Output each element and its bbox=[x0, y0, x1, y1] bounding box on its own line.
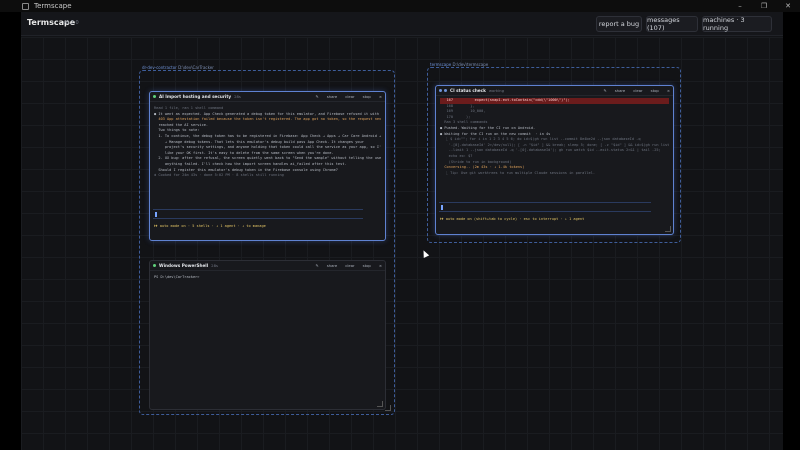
edit-icon[interactable]: ✎ bbox=[316, 263, 319, 268]
stop-button[interactable]: stop bbox=[651, 88, 659, 93]
resize-handle[interactable] bbox=[665, 226, 671, 232]
edit-icon[interactable]: ✎ bbox=[604, 88, 607, 93]
panel-header: Windows PowerShell 28s ✎ share clear sto… bbox=[150, 261, 385, 271]
panel-status: working bbox=[488, 88, 504, 93]
panel-title: Windows PowerShell bbox=[159, 263, 209, 268]
close-icon[interactable]: × bbox=[667, 88, 670, 93]
app-frame: Termscape v0.2.0 report a bug messages (… bbox=[21, 12, 783, 450]
app-version: v0.2.0 bbox=[63, 20, 79, 26]
terminal-line: ⎿ $ id=""; for i in 1 2 3 4 5 6; do id=$… bbox=[440, 137, 641, 142]
minimize-icon[interactable]: – bbox=[728, 0, 752, 12]
panel-status: 28s bbox=[211, 263, 218, 268]
status-footer: ⏵⏵ auto mode on · 5 shells · ↓ 1 agent ·… bbox=[154, 224, 266, 228]
group-label-path: D:\dev\CarTracker bbox=[178, 65, 214, 70]
edit-icon[interactable]: ✎ bbox=[316, 94, 319, 99]
group-termscape[interactable]: termscape D:\dev\termscape CI status che… bbox=[427, 62, 681, 243]
group-label: termscape D:\dev\termscape bbox=[430, 62, 488, 67]
terminal-line: project's security settings, and anyone … bbox=[154, 145, 381, 150]
group-label-name: termscape bbox=[430, 62, 452, 67]
group-label: dr-dev-contractor D:\dev\CarTracker bbox=[142, 65, 214, 70]
report-bug-button[interactable]: report a bug bbox=[596, 16, 642, 32]
prompt-input[interactable] bbox=[153, 209, 363, 219]
close-icon[interactable]: × bbox=[379, 263, 382, 268]
group-label-path: D:\dev\termscape bbox=[452, 62, 489, 67]
terminal-panel-ci-status[interactable]: CI status check working ✎ share clear st… bbox=[435, 85, 674, 235]
os-title-bar: Termscape – ❐ ✕ bbox=[0, 0, 800, 12]
status-dot bbox=[153, 264, 156, 267]
terminal-line: PS D:\dev\CarTracker> bbox=[154, 275, 200, 279]
terminal-output: Read 1 file, ran 1 shell command ● It wen… bbox=[154, 106, 381, 179]
terminal-panel-ai-import[interactable]: AI Import hosting and security 28s ✎ sha… bbox=[149, 91, 386, 241]
terminal-output: 167 expect(snap1.ext.toContain("cdd(\"10… bbox=[440, 98, 669, 176]
panel-status: 28s bbox=[234, 94, 241, 99]
panel-title: CI status check bbox=[450, 88, 486, 93]
group-label-name: dr-dev-contractor bbox=[142, 65, 177, 70]
stop-button[interactable]: stop bbox=[363, 263, 371, 268]
share-button[interactable]: share bbox=[327, 263, 338, 268]
terminal-line: --limit 1 --json databaseId -q '.[0].dat… bbox=[440, 148, 661, 153]
panel-header: CI status check working ✎ share clear st… bbox=[436, 86, 673, 96]
status-dot bbox=[444, 89, 447, 92]
app-header: Termscape v0.2.0 report a bug messages (… bbox=[21, 12, 783, 36]
app-icon bbox=[22, 2, 29, 10]
messages-button[interactable]: messages (107) bbox=[646, 16, 698, 32]
panel-title: AI Import hosting and security bbox=[159, 94, 232, 99]
text-cursor bbox=[441, 205, 443, 210]
terminal-line: 1. To continue, the debug token has to b… bbox=[154, 133, 381, 138]
share-button[interactable]: share bbox=[327, 94, 338, 99]
group-cartracker[interactable]: dr-dev-contractor D:\dev\CarTracker AI I… bbox=[139, 65, 395, 415]
terminal-panel-powershell[interactable]: Windows PowerShell 28s ✎ share clear sto… bbox=[149, 260, 386, 410]
terminal-line: ✻ Cooked for 24m 43s · done 5:02 PM · 8 … bbox=[154, 173, 284, 178]
resize-handle[interactable] bbox=[377, 401, 383, 407]
terminal-line: ⎿ Tip: Use git worktrees to run multiple… bbox=[440, 170, 596, 175]
status-dot bbox=[439, 89, 442, 92]
prompt-input[interactable] bbox=[439, 202, 651, 212]
panel-header: AI Import hosting and security 28s ✎ sha… bbox=[150, 92, 385, 102]
status-dot bbox=[153, 95, 156, 98]
clear-button[interactable]: clear bbox=[633, 88, 642, 93]
close-icon[interactable]: ✕ bbox=[776, 0, 800, 12]
clear-button[interactable]: clear bbox=[345, 94, 354, 99]
close-icon[interactable]: × bbox=[379, 94, 382, 99]
workspace-canvas[interactable]: dr-dev-contractor D:\dev\CarTracker AI I… bbox=[21, 37, 783, 450]
terminal-line: 403 App attestation failed because the t… bbox=[154, 117, 381, 122]
status-footer: ⏵⏵ auto mode on (shift+tab to cycle) · e… bbox=[440, 217, 585, 221]
share-button[interactable]: share bbox=[615, 88, 626, 93]
os-window-title: Termscape bbox=[34, 2, 72, 10]
terminal-output[interactable]: PS D:\dev\CarTracker> bbox=[154, 275, 381, 281]
group-resize-handle[interactable] bbox=[385, 405, 391, 411]
clear-button[interactable]: clear bbox=[345, 263, 354, 268]
text-cursor bbox=[155, 212, 157, 217]
machines-button[interactable]: machines · 3 running bbox=[702, 16, 772, 32]
maximize-icon[interactable]: ❐ bbox=[752, 0, 776, 12]
stop-button[interactable]: stop bbox=[363, 94, 371, 99]
